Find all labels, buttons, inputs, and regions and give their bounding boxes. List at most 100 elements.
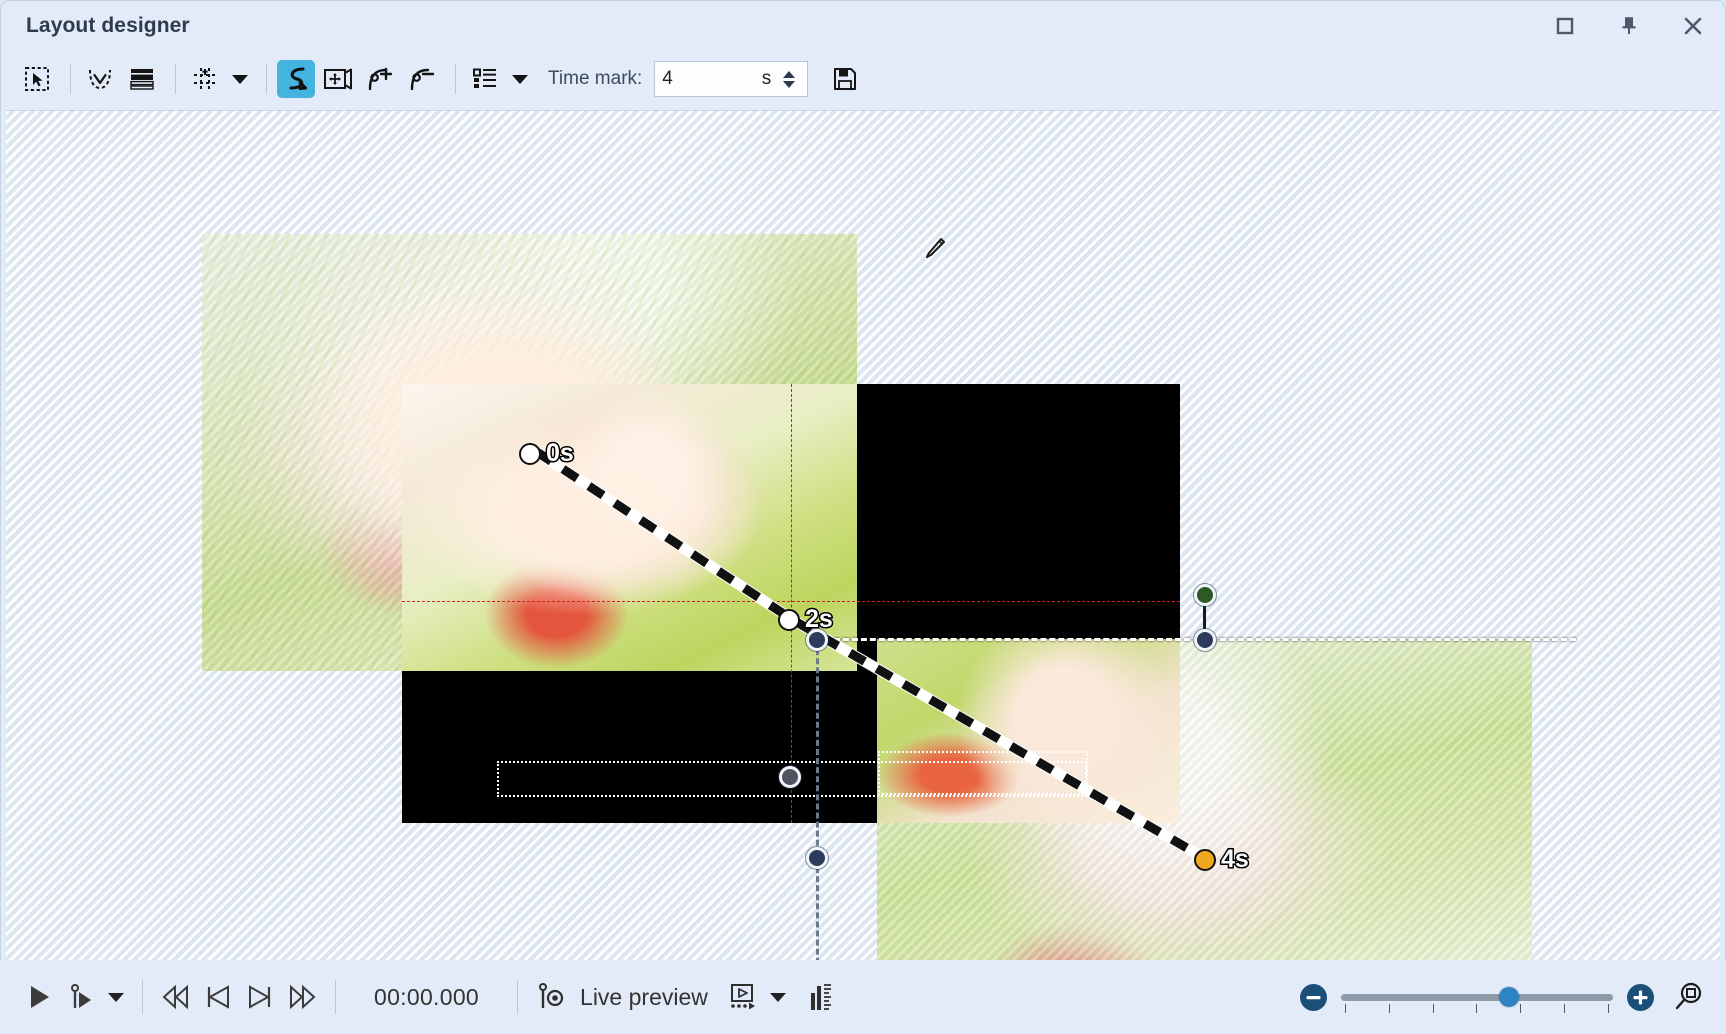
transport-separator [335,980,336,1014]
play-button[interactable] [18,976,60,1018]
zoom-in-button[interactable] [1627,984,1654,1011]
properties-list-tool-button[interactable] [466,60,504,98]
minus-circle-icon [1300,984,1327,1011]
skip-forward-button[interactable] [281,976,323,1018]
time-mark-input[interactable] [655,63,752,95]
rotation-handle[interactable] [1194,584,1216,606]
transport-separator [517,980,518,1014]
audio-levels-button[interactable] [800,976,842,1018]
time-mark-stepper[interactable] [783,64,801,94]
time-mark-label: Time mark: [548,68,642,90]
tick [1345,1004,1346,1013]
zoom-control [1300,977,1708,1017]
render-preview-icon [728,982,758,1012]
motion-path-tool-button[interactable] [277,60,315,98]
chevron-down-icon [769,991,787,1003]
skip-backward-button[interactable] [155,976,197,1018]
layers-tool-button[interactable] [123,60,161,98]
transform-handle-top[interactable] [806,629,828,651]
maximize-button[interactable] [1548,9,1582,43]
play-icon [25,983,53,1011]
motion-curve-icon [281,64,311,94]
play-from-marker-button[interactable] [60,976,102,1018]
square-icon [1555,16,1575,36]
render-preview-button[interactable] [722,976,764,1018]
tick [1564,1004,1565,1013]
pin-icon [1618,15,1640,37]
add-keyframe-tool-button[interactable] [361,60,399,98]
keyframe-dot-icon[interactable] [1194,849,1216,871]
audio-levels-icon [808,982,834,1012]
tick [1608,1004,1609,1013]
safe-area-box-2 [878,751,1088,795]
plus-circle-icon [1627,984,1654,1011]
zoom-fit-button[interactable] [1668,977,1708,1017]
tick [1520,1004,1521,1013]
window-buttons [1548,0,1710,52]
keyframe-marker-4s[interactable]: 4s [1194,847,1249,872]
transform-handle-bottom[interactable] [806,847,828,869]
tick [1476,1004,1477,1013]
keyframe-label: 4s [1221,847,1249,872]
grid-tool-button[interactable] [186,60,224,98]
tick [1433,1004,1434,1013]
pin-button[interactable] [1612,9,1646,43]
close-button[interactable] [1676,9,1710,43]
next-frame-button[interactable] [239,976,281,1018]
snap-to-path-tool-button[interactable] [81,60,119,98]
chevron-down-icon [511,73,529,85]
design-canvas-area[interactable]: 0s 2s 4s [6,110,1720,960]
previous-frame-button[interactable] [197,976,239,1018]
list-dropdown-button[interactable] [508,60,532,98]
zoom-slider-track[interactable] [1341,994,1613,1001]
keyframe-dot-icon[interactable] [778,609,800,631]
list-properties-icon [471,66,499,92]
save-button[interactable] [826,60,864,98]
live-preview-label: Live preview [580,984,708,1011]
timecode-display: 00:00.000 [374,984,479,1011]
chevron-down-icon [107,991,125,1003]
transport-bar: 00:00.000 Live preview [0,960,1726,1034]
transport-separator [142,980,143,1014]
zoom-slider[interactable] [1341,984,1613,1011]
chevron-down-icon [231,73,249,85]
title-bar: Layout designer [0,0,1726,52]
keyframe-marker-0s[interactable]: 0s [519,441,574,466]
floppy-save-icon [832,66,858,92]
arrow-down-dashed-icon [86,65,114,93]
stepper-up-icon[interactable] [783,71,795,78]
brush-cursor [921,236,947,269]
stacked-layers-icon [128,66,156,92]
transform-axis-vertical [816,631,819,960]
time-mark-field[interactable]: s [654,61,808,97]
grid-snap-icon [191,65,219,93]
guide-line-vertical [791,384,792,823]
layout-designer-window: Layout designer [0,0,1726,1034]
zoom-slider-ticks [1345,1004,1609,1013]
double-chevron-right-icon [287,983,317,1011]
live-preview-toggle[interactable] [530,976,572,1018]
camera-pan-tool-button[interactable] [319,60,357,98]
select-tool-button[interactable] [18,60,56,98]
play-from-marker-icon [67,983,95,1011]
time-mark-unit: s [762,68,772,90]
keyframe-label: 0s [546,441,574,466]
play-options-dropdown[interactable] [102,976,130,1018]
close-icon [1682,15,1704,37]
zoom-fit-icon [1672,981,1704,1013]
stepper-down-icon[interactable] [783,81,795,88]
keyframe-dot-icon[interactable] [519,443,541,465]
grid-dropdown-button[interactable] [228,60,252,98]
render-options-dropdown[interactable] [764,976,792,1018]
curve-plus-icon [366,65,394,93]
toolbar-separator [455,64,456,94]
pan-crop-icon [323,66,353,92]
toolbar: Time mark: s [0,52,1726,106]
toolbar-separator [266,64,267,94]
double-chevron-left-icon [161,983,191,1011]
keyframe-marker-2s[interactable]: 2s [778,607,833,632]
remove-keyframe-tool-button[interactable] [403,60,441,98]
transform-handle-right[interactable] [1194,629,1216,651]
anchor-point-handle[interactable] [779,766,801,788]
zoom-out-button[interactable] [1300,984,1327,1011]
